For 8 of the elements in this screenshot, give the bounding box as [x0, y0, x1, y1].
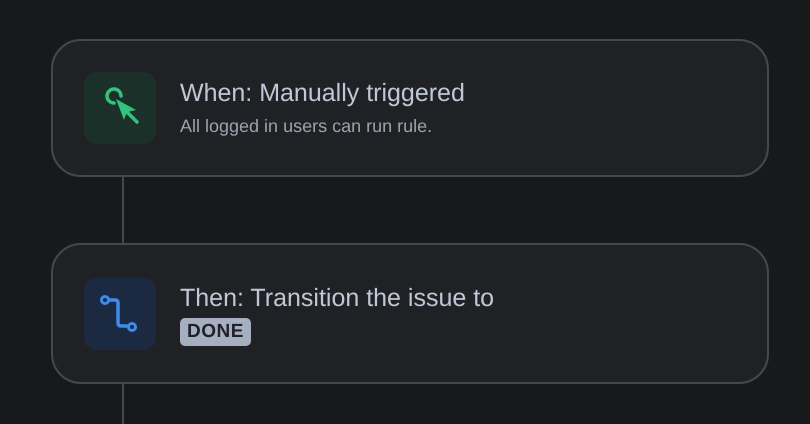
step-title: Then: Transition the issue to [180, 282, 494, 314]
step-title: When: Manually triggered [180, 78, 465, 109]
rule-step-card[interactable]: When: Manually triggered All logged in users can run rule. [51, 39, 769, 177]
transition-icon [84, 278, 156, 350]
status-lozenge: DONE [180, 318, 251, 346]
cursor-click-icon [84, 72, 156, 144]
step-description: All logged in users can run rule. [180, 115, 432, 138]
rule-step-card[interactable]: Then: Transition the issue to DONE [51, 243, 769, 384]
